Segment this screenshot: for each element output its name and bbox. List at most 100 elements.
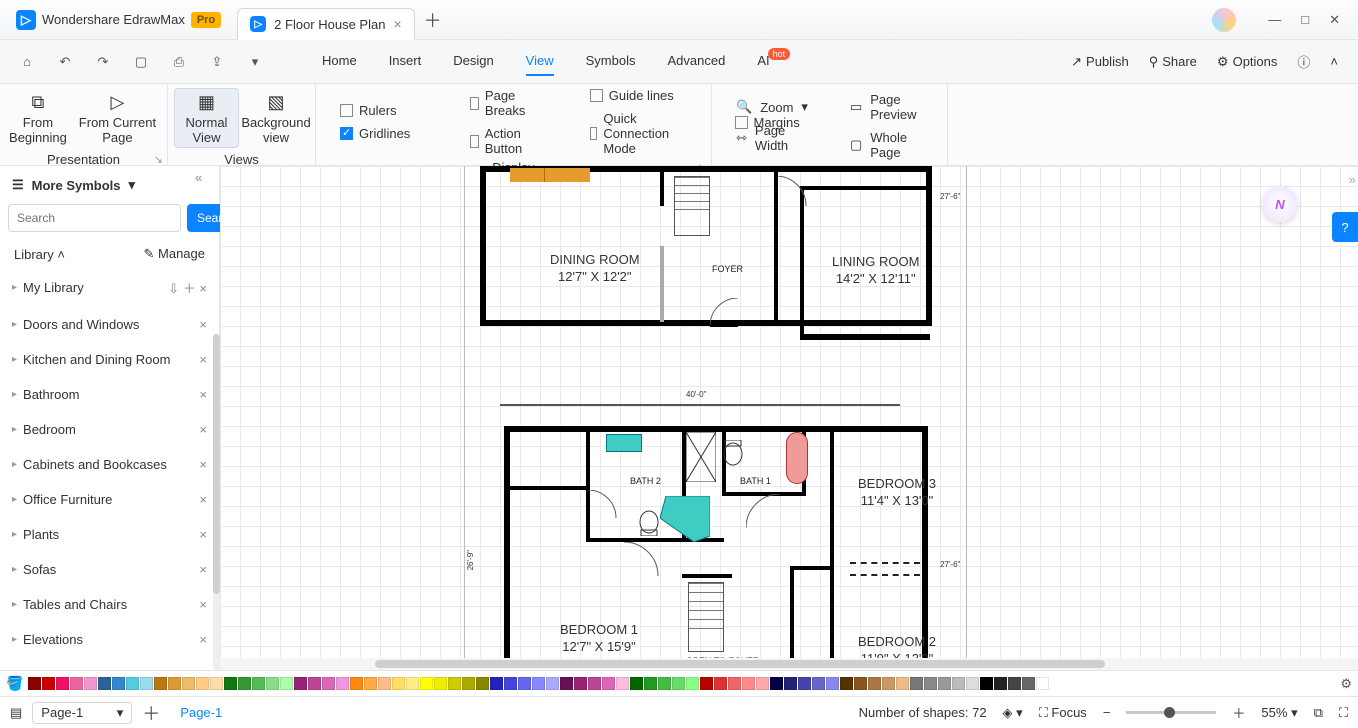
share-button[interactable]: ⚲ Share: [1149, 54, 1197, 70]
symbol-category[interactable]: ▸Plants×: [0, 517, 219, 552]
symbol-search-input[interactable]: [8, 204, 181, 232]
symbol-category[interactable]: ▸Cabinets and Bookcases×: [0, 447, 219, 482]
notifications-icon[interactable]: ⓘ: [1297, 52, 1310, 71]
color-swatch[interactable]: [784, 677, 797, 690]
color-swatch[interactable]: [490, 677, 503, 690]
canvas-horizontal-scrollbar[interactable]: [220, 658, 1358, 670]
manage-library[interactable]: ✎ Manage: [144, 246, 206, 262]
menu-symbols[interactable]: Symbols: [586, 47, 636, 76]
color-swatch[interactable]: [812, 677, 825, 690]
group-expand-icon[interactable]: ↘: [154, 153, 163, 166]
color-swatch[interactable]: [896, 677, 909, 690]
avatar[interactable]: [1212, 8, 1236, 32]
zoom-value[interactable]: 55% ▾: [1261, 705, 1297, 721]
color-swatch[interactable]: [406, 677, 419, 690]
save-icon[interactable]: ▢: [132, 53, 150, 71]
print-icon[interactable]: ⎙: [170, 53, 188, 71]
help-tab[interactable]: ?: [1332, 212, 1358, 242]
remove-category-icon[interactable]: ×: [199, 492, 207, 507]
remove-category-icon[interactable]: ×: [199, 317, 207, 332]
fit-page-icon[interactable]: ⧉: [1314, 705, 1323, 721]
remove-category-icon[interactable]: ×: [199, 562, 207, 577]
action-button-checkbox[interactable]: Action Button: [470, 126, 529, 156]
fill-bucket-icon[interactable]: 🪣: [6, 675, 23, 692]
normal-view-button[interactable]: ▦Normal View: [174, 88, 239, 148]
color-swatch[interactable]: [980, 677, 993, 690]
export-icon[interactable]: ⇪: [208, 53, 226, 71]
page-preview-button[interactable]: ▭Page Preview: [850, 92, 923, 122]
color-swatch[interactable]: [98, 677, 111, 690]
color-swatch[interactable]: [420, 677, 433, 690]
whole-page-button[interactable]: ▢Whole Page: [850, 130, 923, 160]
remove-category-icon[interactable]: ×: [199, 457, 207, 472]
menu-ai[interactable]: AIhot: [757, 47, 792, 76]
color-swatch[interactable]: [714, 677, 727, 690]
menu-home[interactable]: Home: [322, 47, 357, 76]
maximize-icon[interactable]: □: [1301, 12, 1309, 28]
color-swatch[interactable]: [336, 677, 349, 690]
import-icon[interactable]: ⇩: [168, 281, 179, 296]
zoom-in-button[interactable]: ＋: [1232, 703, 1245, 722]
symbol-category[interactable]: ▸Bedroom×: [0, 412, 219, 447]
color-swatch[interactable]: [434, 677, 447, 690]
zoom-slider[interactable]: [1126, 711, 1216, 714]
menu-design[interactable]: Design: [453, 47, 493, 76]
gridlines-checkbox[interactable]: Gridlines: [340, 126, 410, 141]
document-tab[interactable]: ▷ 2 Floor House Plan ×: [237, 8, 414, 40]
color-swatch[interactable]: [574, 677, 587, 690]
color-swatch[interactable]: [378, 677, 391, 690]
publish-button[interactable]: ↗ Publish: [1071, 54, 1129, 70]
color-swatch[interactable]: [448, 677, 461, 690]
color-swatch[interactable]: [126, 677, 139, 690]
color-swatch[interactable]: [658, 677, 671, 690]
color-swatch[interactable]: [476, 677, 489, 690]
symbol-category[interactable]: ▸Doors and Windows×: [0, 307, 219, 342]
color-swatch[interactable]: [154, 677, 167, 690]
color-swatch[interactable]: [1036, 677, 1049, 690]
page-breaks-checkbox[interactable]: Page Breaks: [470, 88, 529, 118]
add-page-button[interactable]: ＋: [142, 700, 160, 726]
focus-button[interactable]: ⛶ Focus: [1039, 705, 1087, 721]
color-swatch[interactable]: [140, 677, 153, 690]
color-swatch[interactable]: [644, 677, 657, 690]
remove-category-icon[interactable]: ×: [199, 527, 207, 542]
zoom-button[interactable]: 🔍Zoom▾: [736, 99, 808, 115]
color-swatch[interactable]: [322, 677, 335, 690]
remove-category-icon[interactable]: ×: [199, 352, 207, 367]
color-swatch[interactable]: [42, 677, 55, 690]
guidelines-checkbox[interactable]: Guide lines: [590, 88, 675, 103]
color-swatch[interactable]: [966, 677, 979, 690]
color-swatch[interactable]: [602, 677, 615, 690]
color-swatch[interactable]: [70, 677, 83, 690]
color-swatch[interactable]: [28, 677, 41, 690]
symbol-category[interactable]: ▸Bathroom×: [0, 377, 219, 412]
color-swatch[interactable]: [924, 677, 937, 690]
color-swatch[interactable]: [350, 677, 363, 690]
color-swatch[interactable]: [224, 677, 237, 690]
right-panel-collapse-icon[interactable]: »: [1349, 172, 1356, 187]
palette-settings-icon[interactable]: ⚙: [1340, 676, 1352, 692]
from-current-page-button[interactable]: ▷From Current Page: [74, 88, 161, 148]
color-swatch[interactable]: [364, 677, 377, 690]
panel-scrollbar[interactable]: [213, 334, 220, 670]
ribbon-collapse-icon[interactable]: ˄: [1330, 54, 1338, 69]
color-swatch[interactable]: [84, 677, 97, 690]
color-swatch[interactable]: [630, 677, 643, 690]
qa-dropdown-icon[interactable]: ▾: [246, 53, 264, 71]
menu-insert[interactable]: Insert: [389, 47, 422, 76]
remove-category-icon[interactable]: ×: [199, 387, 207, 402]
color-swatch[interactable]: [392, 677, 405, 690]
library-toggle[interactable]: Library ˄: [14, 247, 65, 262]
color-swatch[interactable]: [56, 677, 69, 690]
color-swatch[interactable]: [882, 677, 895, 690]
color-swatch[interactable]: [756, 677, 769, 690]
home-icon[interactable]: ⌂: [18, 53, 36, 71]
color-swatch[interactable]: [504, 677, 517, 690]
panel-collapse-icon[interactable]: «: [195, 170, 202, 185]
canvas[interactable]: DINING ROOM12'7" X 12'2" FOYER LINING RO…: [220, 166, 1358, 670]
color-swatch[interactable]: [854, 677, 867, 690]
color-swatch[interactable]: [686, 677, 699, 690]
page-selector[interactable]: Page-1▾: [32, 702, 132, 724]
color-swatch[interactable]: [994, 677, 1007, 690]
options-button[interactable]: ⚙ Options: [1217, 54, 1277, 70]
